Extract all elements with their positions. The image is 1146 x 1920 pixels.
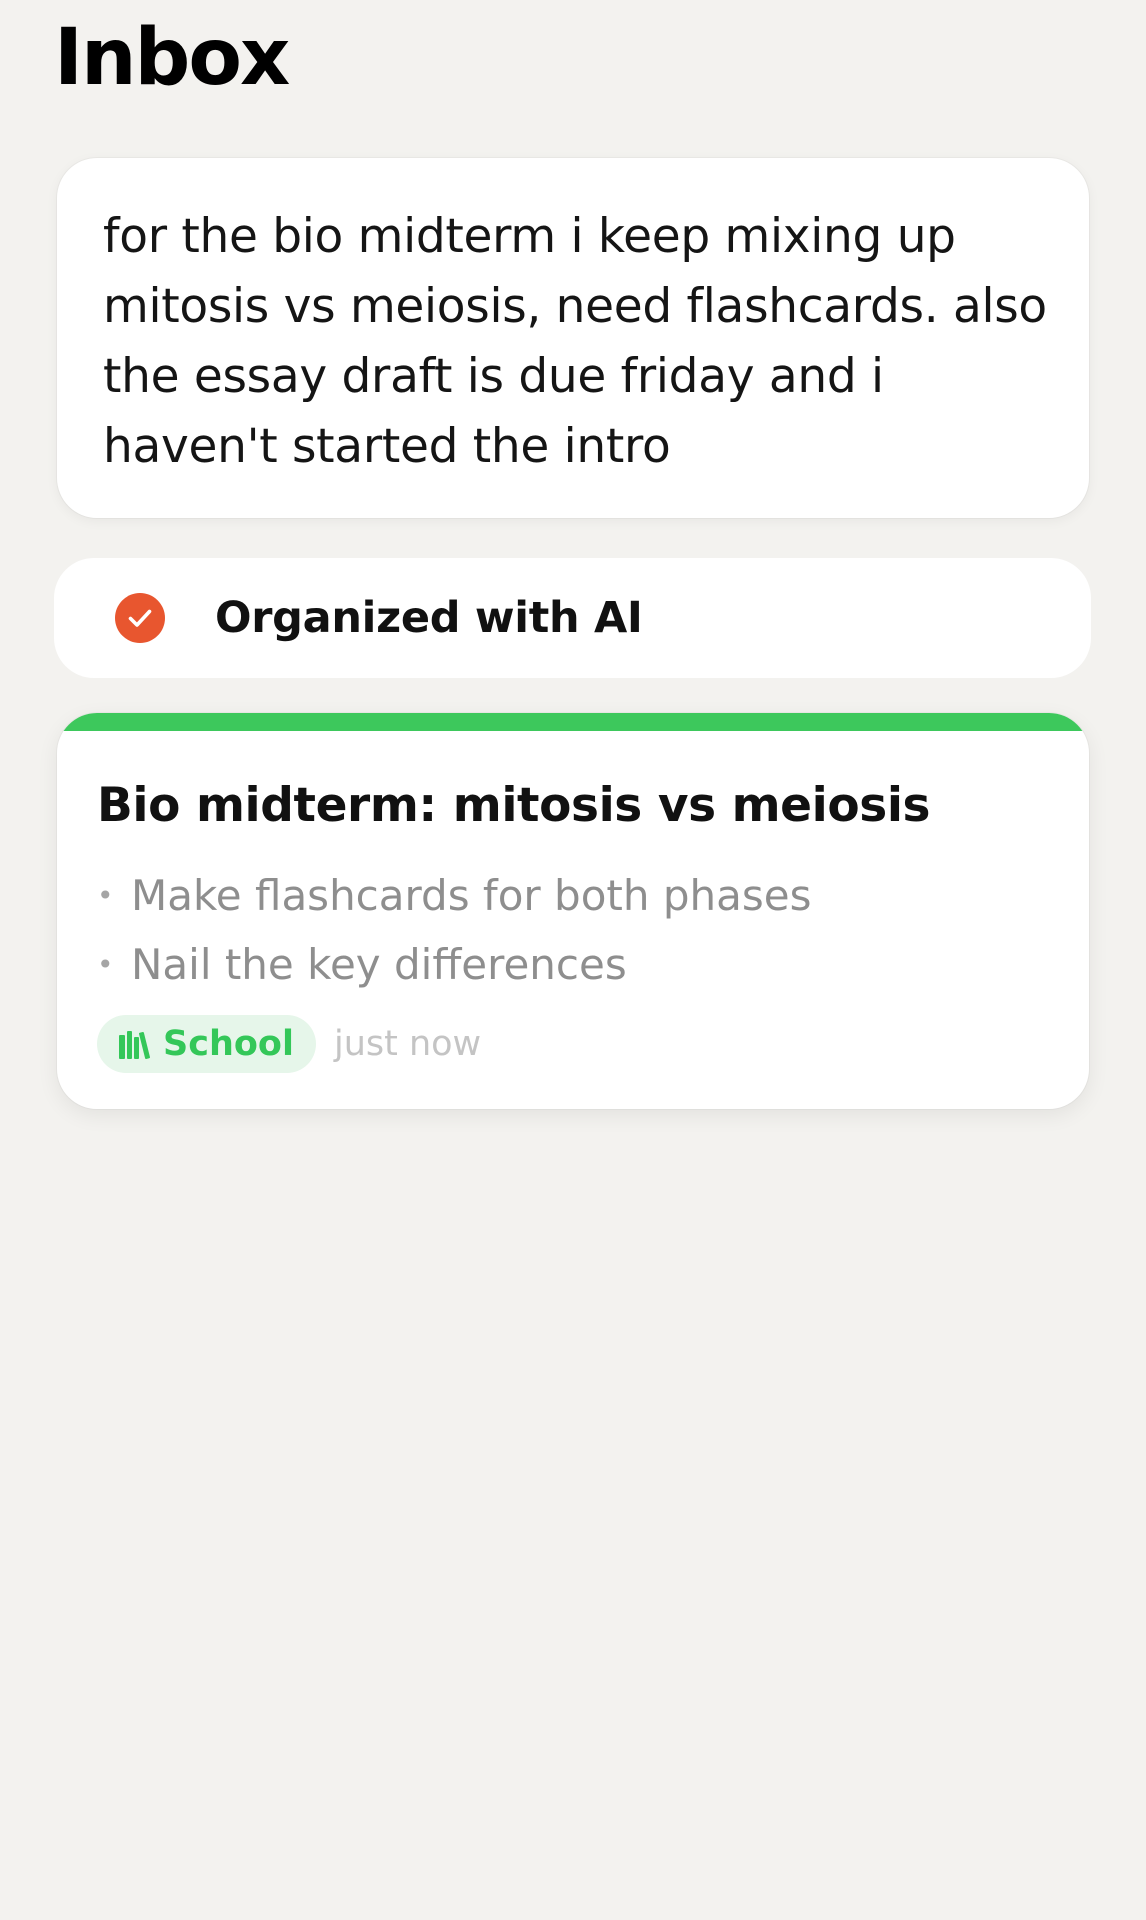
list-item: • Nail the key differences [97, 930, 1049, 999]
ai-status-pill: Organized with AI [54, 558, 1091, 678]
bullet-dot-icon: • [97, 879, 114, 912]
timestamp: just now [333, 1024, 482, 1064]
page-title: Inbox [54, 13, 290, 103]
bullet-dot-icon: • [97, 948, 114, 981]
task-card-footer: School just now [97, 1015, 1049, 1073]
note-text: for the bio midterm i keep mixing up mit… [103, 209, 1047, 474]
category-label: School [163, 1024, 294, 1064]
task-card-accent-bar [57, 713, 1089, 731]
bullet-text: Make flashcards for both phases [131, 871, 812, 920]
note-card[interactable]: for the bio midterm i keep mixing up mit… [57, 158, 1089, 518]
task-card-body: Bio midterm: mitosis vs meiosis • Make f… [97, 751, 1049, 1073]
status-label: Organized with AI [215, 593, 643, 643]
task-card[interactable]: Bio midterm: mitosis vs meiosis • Make f… [57, 713, 1089, 1109]
bullet-text: Nail the key differences [131, 940, 627, 989]
list-item: • Make flashcards for both phases [97, 861, 1049, 930]
books-icon [119, 1031, 150, 1059]
task-title: Bio midterm: mitosis vs meiosis [97, 778, 931, 833]
task-bullet-list: • Make flashcards for both phases • Nail… [97, 861, 1049, 999]
category-badge[interactable]: School [97, 1015, 316, 1073]
check-circle-icon [115, 593, 165, 643]
